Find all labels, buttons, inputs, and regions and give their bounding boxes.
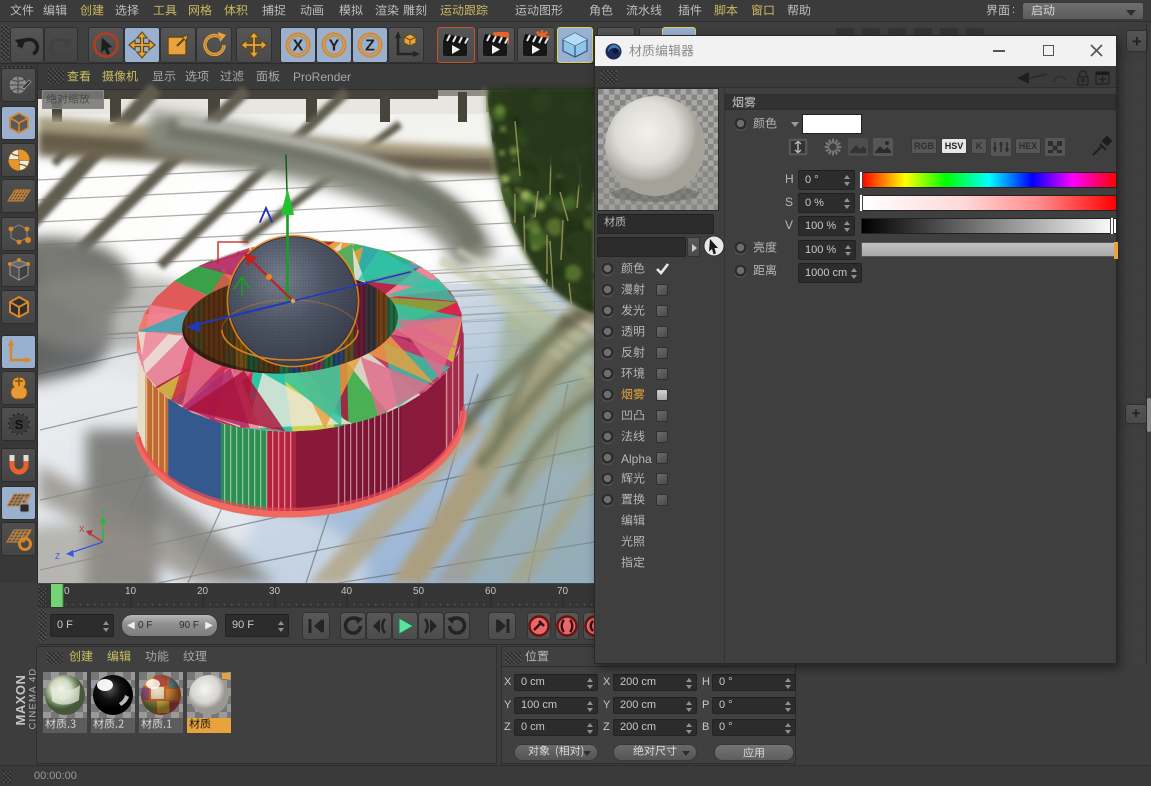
svg-text:Z: Z <box>365 38 375 55</box>
svg-text:20: 20 <box>197 586 209 597</box>
svg-text:S: S <box>14 417 23 432</box>
svg-text:70: 70 <box>557 586 569 597</box>
svg-text:0: 0 <box>64 586 70 597</box>
svg-text:X: X <box>79 525 85 534</box>
svg-text:Y: Y <box>329 38 340 55</box>
svg-text:10: 10 <box>125 586 137 597</box>
svg-text:50: 50 <box>413 586 425 597</box>
svg-text:30: 30 <box>269 586 281 597</box>
svg-text:X: X <box>293 38 304 55</box>
svg-text:Y: Y <box>100 507 106 516</box>
svg-text:40: 40 <box>341 586 353 597</box>
svg-text:Z: Z <box>55 552 60 561</box>
svg-text:60: 60 <box>485 586 497 597</box>
